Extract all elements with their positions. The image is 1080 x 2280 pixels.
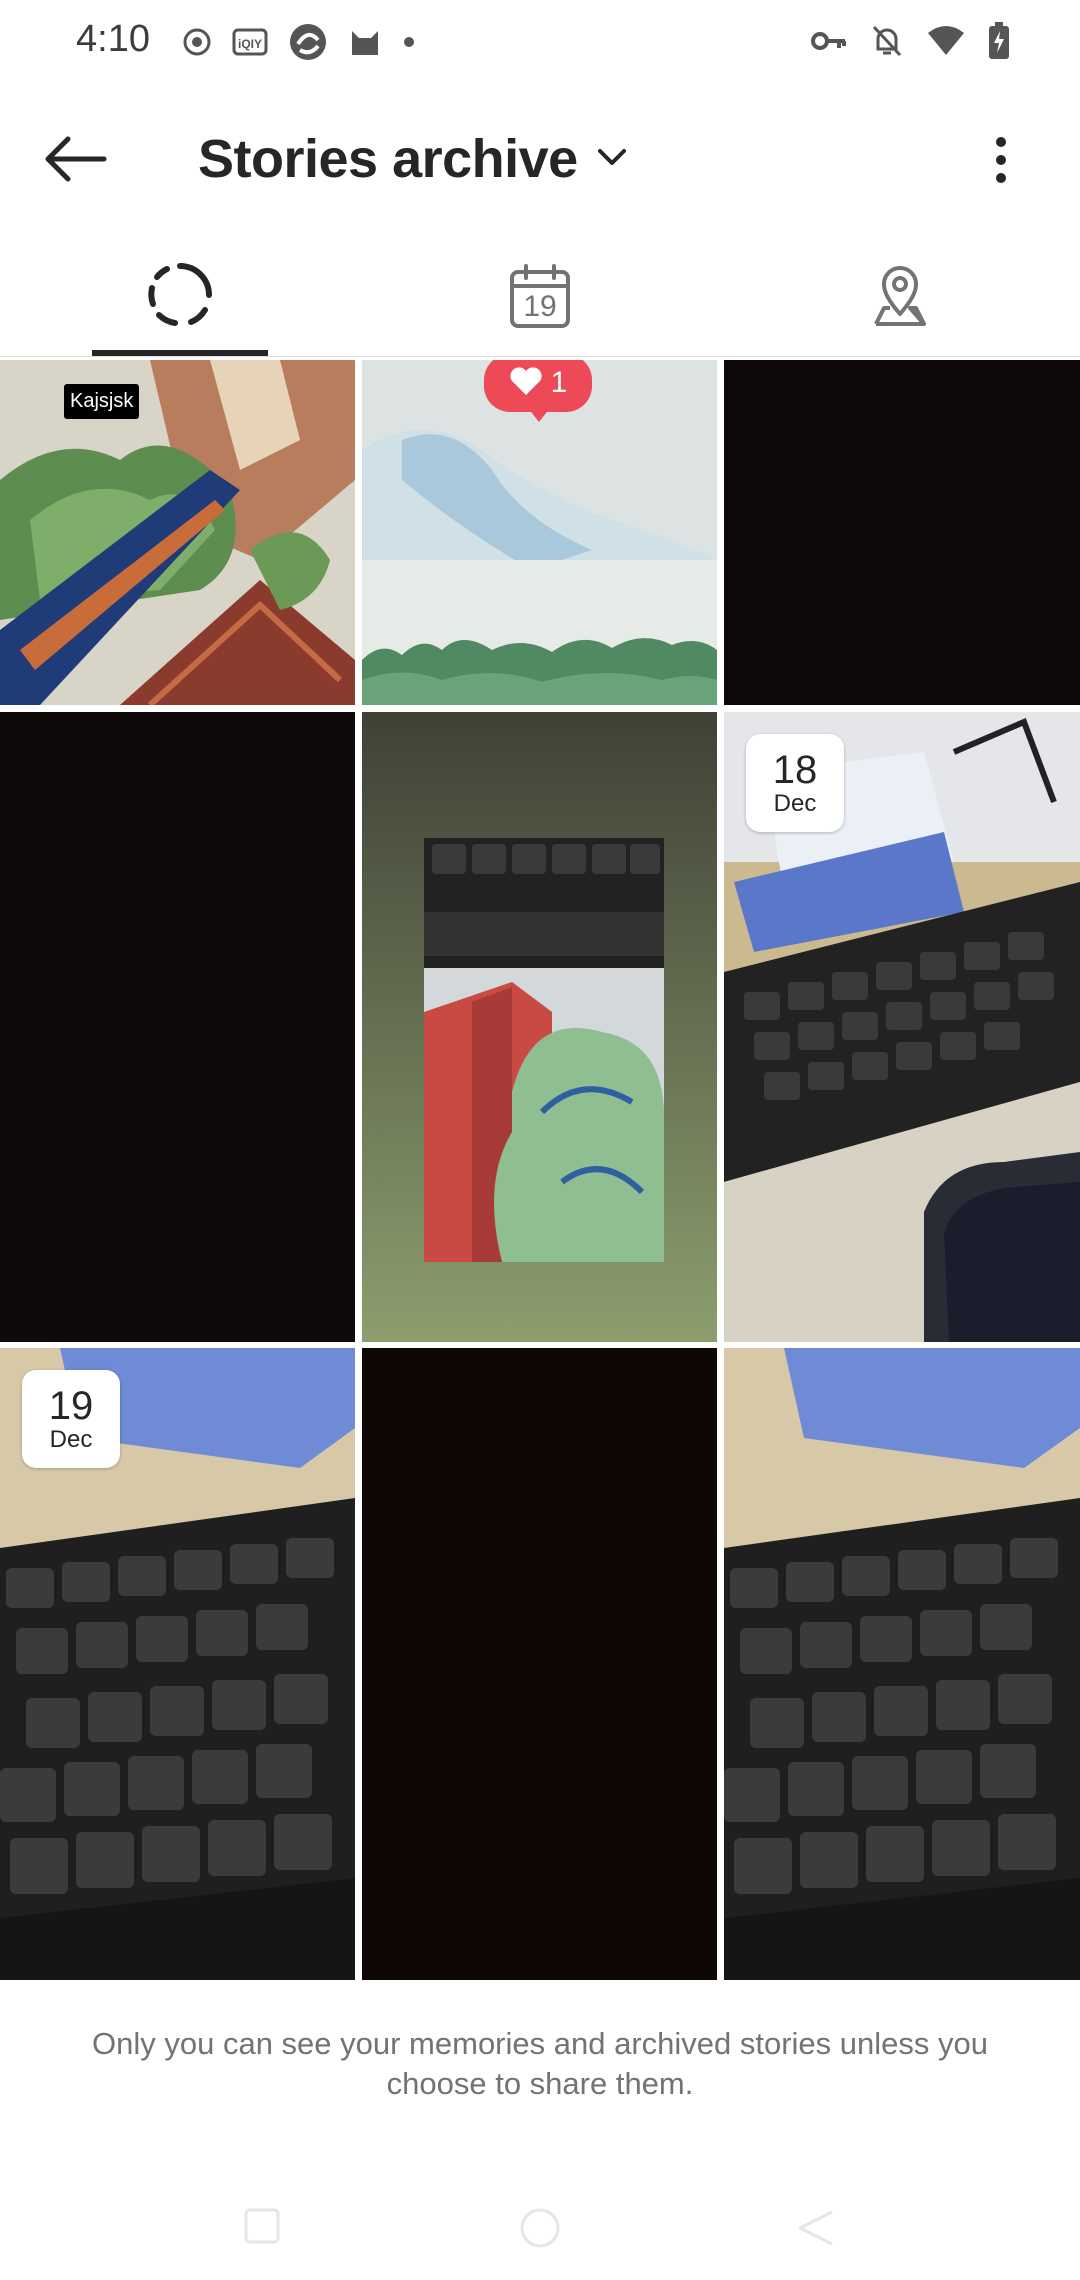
date-month: Dec (49, 1426, 93, 1453)
bell-off-icon (870, 23, 904, 59)
calendar-number: 19 (523, 290, 557, 323)
title-dropdown[interactable]: Stories archive (198, 128, 628, 190)
calendar-icon: 19 (508, 264, 572, 330)
stories-grid: Kajsjsk 1 18 Dec 19 Dec (0, 360, 1080, 1980)
story-tile[interactable] (724, 360, 1080, 705)
back-nav-button[interactable] (794, 2206, 838, 2255)
more-vertical-icon (994, 136, 1008, 189)
status-bar: 4:10 iQIY (0, 0, 1080, 86)
date-day: 18 (772, 748, 818, 792)
date-day: 19 (48, 1384, 94, 1428)
tab-stories[interactable] (0, 238, 360, 356)
story-tile[interactable]: 18 Dec (724, 712, 1080, 1342)
tab-map[interactable] (720, 238, 1080, 356)
wifi-icon (926, 25, 966, 57)
more-options-button[interactable] (966, 126, 1036, 198)
circle-dashed-icon (145, 260, 215, 335)
key-icon (810, 26, 848, 56)
story-tile[interactable] (362, 712, 717, 1342)
home-nav-button[interactable] (518, 2206, 562, 2255)
iqiyi-icon: iQIY (232, 27, 268, 57)
map-pin-icon (868, 262, 932, 333)
chevron-down-icon (596, 146, 628, 173)
story-tile[interactable] (724, 1348, 1080, 1980)
story-tile[interactable]: Kajsjsk (0, 360, 355, 705)
app-bar: Stories archive (0, 86, 1080, 238)
text-sticker: Kajsjsk (64, 384, 140, 419)
app-icon (288, 22, 328, 62)
back-button[interactable] (40, 126, 110, 196)
story-tile[interactable]: 1 (362, 360, 717, 705)
cat-icon (348, 25, 382, 59)
system-nav-bar (0, 2190, 1080, 2280)
archive-tabs: 19 (0, 238, 1080, 357)
battery-charging-icon (988, 22, 1010, 60)
date-badge: 19 Dec (22, 1370, 120, 1468)
privacy-note: Only you can see your memories and archi… (92, 2026, 988, 2101)
like-count: 1 (550, 366, 568, 399)
arrow-left-icon (42, 136, 108, 187)
like-badge-tail (528, 408, 550, 422)
date-month: Dec (773, 790, 817, 817)
like-badge: 1 (484, 360, 592, 412)
tab-calendar[interactable]: 19 (360, 238, 720, 356)
svg-text:iQIY: iQIY (238, 37, 262, 51)
story-tile[interactable] (0, 712, 355, 1342)
dot-icon (402, 35, 416, 49)
record-icon (182, 27, 212, 57)
heart-icon (509, 366, 543, 401)
date-badge: 18 Dec (746, 734, 844, 832)
story-tile[interactable] (362, 1348, 717, 1980)
sticker-text: Kajsjsk (70, 390, 134, 412)
page-title: Stories archive (198, 129, 578, 189)
active-tab-indicator (92, 350, 268, 356)
status-time: 4:10 (76, 18, 150, 60)
recents-nav-button[interactable] (242, 2206, 282, 2251)
story-tile[interactable]: 19 Dec (0, 1348, 355, 1980)
